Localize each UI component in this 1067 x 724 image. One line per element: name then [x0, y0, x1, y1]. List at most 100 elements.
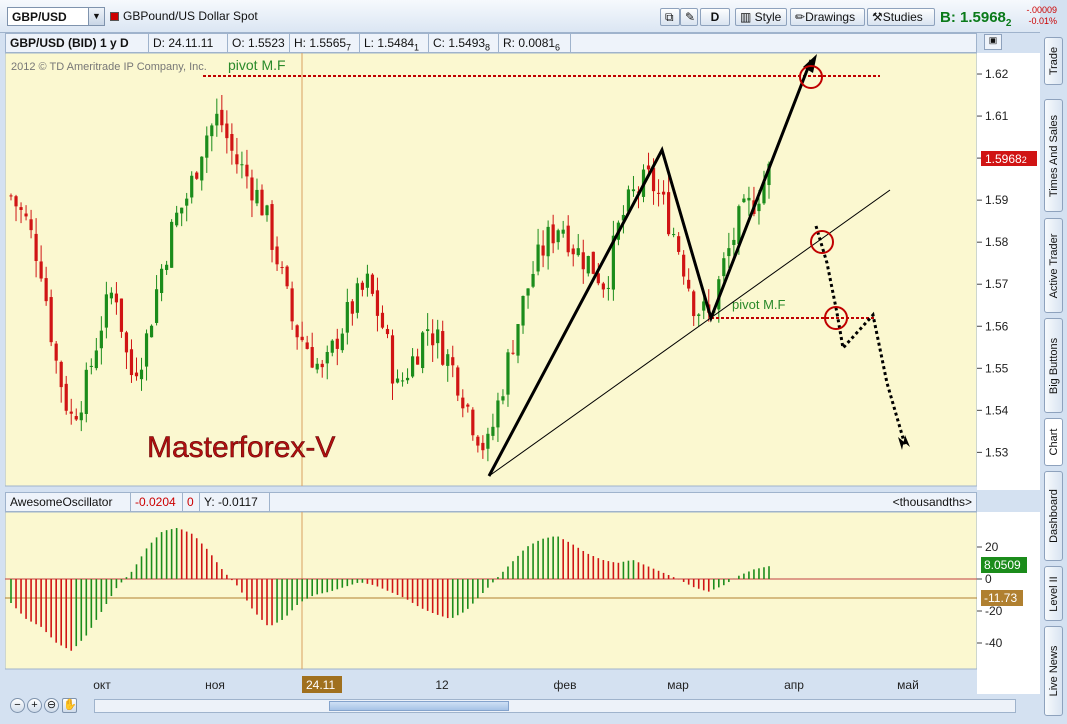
time-axis-label: мар: [667, 678, 689, 692]
close-readout: C: 1.54938: [429, 34, 499, 52]
link-icon[interactable]: ⧉: [660, 8, 680, 26]
side-tab-times-and-sales[interactable]: Times And Sales: [1044, 99, 1063, 212]
candle-body: [275, 246, 279, 265]
candle-body: [667, 192, 671, 235]
zoom-minus-icon[interactable]: ⊖: [44, 698, 59, 713]
candle-body: [586, 255, 590, 274]
candle-body: [9, 195, 13, 197]
candle-body: [506, 352, 510, 395]
candle-body: [195, 172, 199, 179]
candle-body: [44, 278, 48, 302]
candle-body: [230, 134, 234, 151]
candle-body: [250, 177, 254, 201]
oscillator-units: <thousandths>: [892, 495, 972, 509]
candle-body: [295, 325, 299, 338]
symbol-selector[interactable]: GBP/USD ▼: [7, 7, 105, 26]
high-readout: H: 1.55657: [290, 34, 360, 52]
candle-body: [24, 213, 28, 217]
candle-body: [747, 197, 751, 201]
candle-body: [677, 236, 681, 252]
candle-body: [300, 336, 304, 341]
time-axis-label: фев: [554, 678, 577, 692]
candle-body: [656, 192, 661, 194]
side-tabs: Trade Times And Sales Active Trader Big But…: [1040, 33, 1067, 724]
candle-body: [350, 301, 354, 314]
side-tab-trade[interactable]: Trade: [1044, 37, 1063, 85]
side-tab-big-buttons[interactable]: Big Buttons: [1044, 318, 1063, 413]
candle-body: [355, 283, 359, 313]
side-tab-live-news[interactable]: Live News: [1044, 626, 1063, 716]
chart-settings-icon[interactable]: ▣: [984, 34, 1002, 50]
side-tab-label: Active Trader: [1047, 233, 1060, 298]
price-chart[interactable]: 2012 © TD Ameritrade IP Company, Inc. 1.…: [5, 53, 1040, 490]
top-toolbar: GBP/USD ▼ GBPound/US Dollar Spot ⧉ ✎ D ▥…: [0, 0, 1057, 33]
candle-body: [84, 369, 88, 414]
oscillator-chart[interactable]: 20 0 -20 -40 8.0509 -11.73 окт ноя 12 фев мар ап…: [5, 512, 1040, 696]
candle-body: [185, 198, 189, 206]
candle-body: [476, 436, 480, 446]
open-readout: O: 1.5523: [228, 34, 290, 52]
oscillator-tick-label: -20: [985, 604, 1003, 618]
studies-button[interactable]: ⚒Studies: [867, 8, 935, 26]
oscillator-header: AwesomeOscillator -0.0204 0 Y: -0.0117 <…: [5, 492, 977, 512]
candle-body: [109, 292, 113, 299]
candle-body: [290, 288, 294, 322]
oscillator-current-label: 8.0509: [984, 558, 1021, 572]
candle-body: [365, 273, 370, 288]
candle-body: [210, 125, 214, 137]
candle-body: [697, 314, 701, 316]
candle-body: [441, 331, 445, 365]
candle-body: [340, 333, 344, 351]
candle-body: [531, 273, 535, 287]
candle-body: [385, 328, 390, 335]
candle-body: [49, 297, 53, 343]
candle-body: [400, 380, 405, 382]
oscillator-zero: 0: [183, 493, 200, 511]
candle-body: [144, 333, 149, 367]
period-button[interactable]: D: [700, 8, 730, 26]
candle-body: [305, 342, 309, 349]
candle-body: [375, 290, 380, 316]
candle-body: [561, 229, 565, 234]
pivot-label-mid: pivot M.F: [732, 297, 786, 312]
price-tick-label: 1.54: [985, 403, 1009, 417]
low-readout: L: 1.54841: [360, 34, 429, 52]
candle-body: [571, 248, 575, 255]
candle-body: [165, 264, 169, 270]
candle-body: [345, 302, 349, 333]
bottom-bar: − + ⊖ ✋: [0, 694, 1040, 724]
candle-body: [405, 377, 410, 381]
price-tick-label: 1.59: [985, 193, 1009, 207]
candle-body: [516, 324, 520, 356]
oscillator-tick-label: -40: [985, 636, 1003, 650]
zoom-in-icon[interactable]: +: [27, 698, 42, 713]
candle-body: [119, 298, 124, 332]
time-scrollbar[interactable]: [94, 699, 1016, 713]
side-tab-chart[interactable]: Chart: [1044, 418, 1063, 466]
side-tab-active-trader[interactable]: Active Trader: [1044, 218, 1063, 313]
oscillator-tick-label: 0: [985, 572, 992, 586]
candle-body: [521, 295, 525, 326]
pan-hand-icon[interactable]: ✋: [62, 698, 77, 713]
scrollbar-thumb[interactable]: [329, 701, 509, 711]
side-tab-label: Chart: [1047, 428, 1060, 456]
drawings-button[interactable]: ✏Drawings: [790, 8, 865, 26]
wrench-icon[interactable]: ✎: [680, 8, 698, 26]
chevron-down-icon[interactable]: ▼: [88, 8, 104, 25]
candle-body: [149, 325, 154, 338]
chart-header: GBP/USD (BID) 1 y D D: 24.11.11 O: 1.552…: [5, 33, 977, 53]
candle-body: [426, 329, 430, 332]
time-cursor-label: 24.11: [306, 678, 335, 692]
candle-body: [74, 416, 78, 420]
style-button[interactable]: ▥ Style: [735, 8, 787, 26]
candle-body: [260, 189, 264, 216]
candle-body: [661, 191, 666, 195]
candle-body: [159, 268, 164, 293]
candle-body: [235, 154, 239, 165]
side-tab-level-ii[interactable]: Level II: [1044, 566, 1063, 621]
side-tab-dashboard[interactable]: Dashboard: [1044, 471, 1063, 561]
candle-body: [395, 378, 400, 383]
side-tab-label: Level II: [1047, 575, 1060, 612]
price-tick-label: 1.55: [985, 361, 1009, 375]
zoom-out-icon[interactable]: −: [10, 698, 25, 713]
